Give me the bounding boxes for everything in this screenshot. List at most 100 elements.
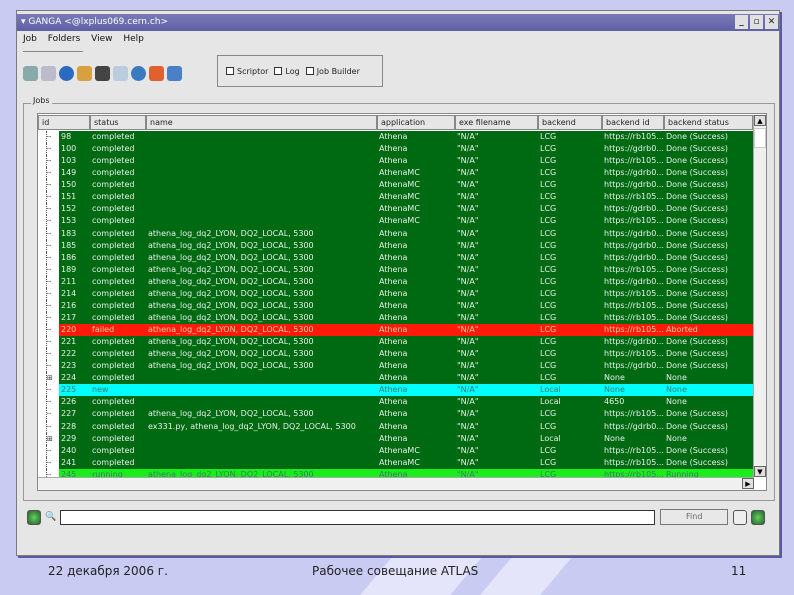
column-header-status[interactable]: status: [90, 115, 146, 130]
column-header-id[interactable]: id: [38, 115, 90, 130]
table-row[interactable]: ┄ 241 completed AthenaMC "N/A" LCG https://rb1…: [38, 456, 753, 469]
close-icon[interactable]: ✕: [765, 15, 778, 29]
cell-backend: LCG: [538, 227, 602, 240]
column-header-exe-filename[interactable]: exe filename: [455, 115, 538, 130]
table-row[interactable]: ┄ 186 completed athena_log_dq2_LYON, DQ2_LO…: [38, 251, 753, 264]
table-row[interactable]: ┄ 221 completed athena_log_dq2_LYON, DQ2_LO…: [38, 336, 753, 349]
cell-backend-id: https://gdrb0...: [602, 336, 664, 349]
column-header-backend[interactable]: backend: [538, 115, 602, 130]
scroll-down-button[interactable]: ▼: [754, 466, 766, 477]
cell-exe-filename: "N/A": [455, 215, 538, 228]
table-row[interactable]: ┄ 98 completed Athena "N/A" LCG https://rb105.…: [38, 131, 753, 144]
save-icon[interactable]: [95, 65, 110, 81]
tree-line: ┄: [46, 143, 59, 156]
table-row[interactable]: ┄ 153 completed AthenaMC "N/A" LCG https://rb1…: [38, 215, 753, 228]
table-row[interactable]: ┄ 226 completed Athena "N/A" Local 4650 None: [38, 396, 753, 409]
column-header-application[interactable]: application: [377, 115, 455, 130]
cell-status: completed: [90, 275, 146, 288]
table-row[interactable]: ┄ 220 failed athena_log_dq2_LYON, DQ2_LOCAL…: [38, 324, 753, 337]
table-row[interactable]: ┄ 150 completed AthenaMC "N/A" LCG https://gdr…: [38, 179, 753, 192]
cell-id: 103: [59, 155, 90, 168]
cell-backend-id: https://rb105...: [602, 263, 664, 276]
cell-status: new: [90, 384, 146, 397]
table-row[interactable]: ┄ 103 completed Athena "N/A" LCG https://rb105…: [38, 155, 753, 168]
vertical-scrollbar[interactable]: ▲ ▼: [753, 115, 766, 477]
cell-backend-status: Done (Success): [664, 239, 753, 252]
table-row[interactable]: ┄ 185 completed athena_log_dq2_LYON, DQ2_LO…: [38, 239, 753, 252]
column-header-backend-id[interactable]: backend id: [602, 115, 664, 130]
cell-status: completed: [90, 191, 146, 204]
restore-icon[interactable]: ▫: [750, 15, 763, 29]
tree-line: ┄: [46, 324, 59, 337]
table-row[interactable]: ┄ 225 new Athena "N/A" Local None None: [38, 384, 753, 397]
table-row[interactable]: ┄ 151 completed AthenaMC "N/A" LCG https://rb1…: [38, 191, 753, 204]
table-row[interactable]: ⊞ 229 completed Athena "N/A" Local None None: [38, 432, 753, 445]
cell-status: completed: [90, 215, 146, 228]
table-row[interactable]: ┄ 217 completed athena_log_dq2_LYON, DQ2_LO…: [38, 311, 753, 324]
find-button[interactable]: Find: [660, 509, 729, 525]
table-row[interactable]: ┄ 100 completed Athena "N/A" LCG https://gdrb0…: [38, 143, 753, 156]
footer-page-number: 11: [731, 564, 747, 578]
table-row[interactable]: ┄ 216 completed athena_log_dq2_LYON, DQ2_LO…: [38, 299, 753, 312]
copy-icon[interactable]: [113, 65, 128, 81]
menu-help[interactable]: Help: [123, 34, 144, 44]
open-job-icon[interactable]: [41, 65, 56, 81]
table-row[interactable]: ┄ 214 completed athena_log_dq2_LYON, DQ2_LO…: [38, 287, 753, 300]
tree-line: ┄: [46, 239, 59, 252]
table-row[interactable]: ┄ 189 completed athena_log_dq2_LYON, DQ2_LO…: [38, 263, 753, 276]
minimize-icon[interactable]: _: [735, 15, 748, 29]
cell-exe-filename: "N/A": [455, 384, 538, 397]
cell-exe-filename: "N/A": [455, 239, 538, 252]
find-input[interactable]: [60, 509, 656, 525]
table-row[interactable]: ┄ 227 completed athena_log_dq2_LYON, DQ2_LO…: [38, 408, 753, 421]
table-row[interactable]: ┄ 240 completed AthenaMC "N/A" LCG https://rb1…: [38, 444, 753, 457]
submit-icon[interactable]: [59, 65, 74, 81]
menu-job[interactable]: Job: [23, 34, 37, 44]
expand-icon[interactable]: ⊞: [46, 432, 59, 445]
job-builder-checkbox[interactable]: [305, 67, 314, 75]
previous-icon[interactable]: [27, 509, 41, 525]
table-row[interactable]: ┄ 149 completed AthenaMC "N/A" LCG https://gdr…: [38, 167, 753, 180]
scroll-up-button[interactable]: ▲: [754, 115, 766, 126]
pin-icon[interactable]: [733, 509, 748, 525]
download-icon[interactable]: [77, 65, 92, 81]
tree-line: ┄: [46, 263, 59, 276]
new-job-icon[interactable]: [23, 65, 38, 81]
cell-id: 152: [59, 203, 90, 216]
horizontal-scrollbar[interactable]: ▶: [38, 477, 754, 490]
menu-view[interactable]: View: [91, 34, 112, 44]
cell-backend-id: https://rb105...: [602, 324, 664, 337]
cell-backend: LCG: [538, 179, 602, 192]
table-row[interactable]: ┄ 223 completed athena_log_dq2_LYON, DQ2_LO…: [38, 360, 753, 373]
cell-backend: LCG: [538, 311, 602, 324]
scriptor-checkbox[interactable]: [226, 67, 234, 75]
kill-icon[interactable]: [149, 65, 164, 81]
toolbar-grip[interactable]: [23, 51, 83, 53]
next-icon[interactable]: [751, 509, 766, 525]
table-row[interactable]: ┄ 228 completed ex331.py, athena_log_dq2_LY…: [38, 420, 753, 433]
column-header-backend-status[interactable]: backend status: [664, 115, 753, 130]
cell-backend: LCG: [538, 143, 602, 156]
menu-bar: Job Folders View Help: [23, 34, 152, 44]
tree-line: ┄: [46, 299, 59, 312]
table-row[interactable]: ┄ 152 completed AthenaMC "N/A" LCG https://gdr…: [38, 203, 753, 216]
expand-icon[interactable]: ⊞: [46, 372, 59, 385]
table-row[interactable]: ┄ 211 completed athena_log_dq2_LYON, DQ2_LO…: [38, 275, 753, 288]
table-row[interactable]: ┄ 222 completed athena_log_dq2_LYON, DQ2_LO…: [38, 348, 753, 361]
tree-line: ┄: [46, 456, 59, 469]
cell-name: [146, 143, 377, 156]
column-header-name[interactable]: name: [146, 115, 377, 130]
scroll-right-button[interactable]: ▶: [742, 478, 754, 489]
menu-folders[interactable]: Folders: [48, 34, 81, 44]
log-checkbox[interactable]: [274, 67, 283, 75]
cell-backend-status: Done (Success): [664, 444, 753, 457]
table-row[interactable]: ┄ 183 completed athena_log_dq2_LYON, DQ2_LO…: [38, 227, 753, 240]
table-row[interactable]: ⊞ 224 completed Athena "N/A" LCG None None: [38, 372, 753, 385]
scroll-thumb[interactable]: [754, 128, 766, 148]
cell-backend-id: https://rb105...: [602, 155, 664, 168]
title-bar[interactable]: ▾ GANGA <@lxplus069.cern.ch> _ ▫ ✕: [17, 14, 779, 31]
refresh-icon[interactable]: [131, 65, 146, 81]
remove-icon[interactable]: [167, 65, 182, 81]
footer-title: Рабочее совещание ATLAS: [312, 564, 479, 578]
cell-application: Athena: [377, 131, 455, 144]
